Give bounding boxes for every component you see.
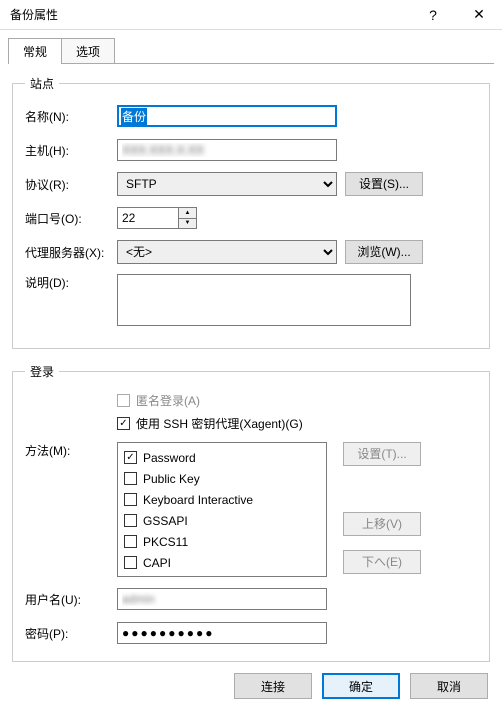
- host-label: 主机(H):: [25, 142, 117, 159]
- method-label: 方法(M):: [25, 442, 117, 459]
- desc-label: 说明(D):: [25, 274, 117, 291]
- login-legend: 登录: [25, 363, 59, 380]
- anonymous-checkbox-row: 匿名登录(A): [25, 392, 477, 409]
- method-password-checkbox[interactable]: [124, 451, 137, 464]
- method-listbox[interactable]: Password Public Key Keyboard Interactive…: [117, 442, 327, 577]
- tab-strip: 常规 选项: [8, 38, 502, 64]
- window-title: 备份属性: [10, 6, 410, 23]
- password-input[interactable]: [117, 622, 327, 644]
- method-settings-button: 设置(T)...: [343, 442, 421, 466]
- ok-button[interactable]: 确定: [322, 673, 400, 699]
- proxy-browse-button[interactable]: 浏览(W)...: [345, 240, 423, 264]
- login-group: 登录 匿名登录(A) 使用 SSH 密钥代理(Xagent)(G) 方法(M):…: [12, 363, 490, 662]
- dialog-footer: 连接 确定 取消: [234, 673, 488, 699]
- protocol-label: 协议(R):: [25, 176, 117, 193]
- ssh-agent-checkbox[interactable]: [117, 417, 130, 430]
- help-icon[interactable]: ?: [410, 0, 456, 30]
- tab-general[interactable]: 常规: [8, 38, 62, 64]
- username-input[interactable]: [117, 588, 327, 610]
- move-up-button: 上移(V): [343, 512, 421, 536]
- method-publickey-checkbox[interactable]: [124, 472, 137, 485]
- site-legend: 站点: [25, 75, 59, 92]
- port-down-icon[interactable]: ▼: [179, 219, 196, 229]
- method-capi-checkbox[interactable]: [124, 556, 137, 569]
- move-down-button: 下へ(E): [343, 550, 421, 574]
- method-pkcs11-checkbox[interactable]: [124, 535, 137, 548]
- username-label: 用户名(U):: [25, 591, 117, 608]
- name-label: 名称(N):: [25, 108, 117, 125]
- close-icon[interactable]: ✕: [456, 0, 502, 30]
- protocol-settings-button[interactable]: 设置(S)...: [345, 172, 423, 196]
- port-label: 端口号(O):: [25, 210, 117, 227]
- titlebar: 备份属性 ? ✕: [0, 0, 502, 30]
- method-gssapi-checkbox[interactable]: [124, 514, 137, 527]
- ssh-agent-checkbox-row[interactable]: 使用 SSH 密钥代理(Xagent)(G): [25, 415, 477, 432]
- ssh-agent-label: 使用 SSH 密钥代理(Xagent)(G): [136, 415, 303, 432]
- method-keyboard-checkbox[interactable]: [124, 493, 137, 506]
- anonymous-label: 匿名登录(A): [136, 392, 200, 409]
- proxy-select[interactable]: <无>: [117, 240, 337, 264]
- site-group: 站点 名称(N): 备份 主机(H): 协议(R): SFTP 设置(S)...: [12, 75, 490, 349]
- desc-textarea[interactable]: [117, 274, 411, 326]
- port-spinner[interactable]: ▲ ▼: [117, 207, 197, 229]
- tab-options[interactable]: 选项: [61, 38, 115, 64]
- password-label: 密码(P):: [25, 625, 117, 642]
- connect-button[interactable]: 连接: [234, 673, 312, 699]
- port-up-icon[interactable]: ▲: [179, 208, 196, 219]
- protocol-select[interactable]: SFTP: [117, 172, 337, 196]
- cancel-button[interactable]: 取消: [410, 673, 488, 699]
- name-input[interactable]: 备份: [117, 105, 337, 127]
- proxy-label: 代理服务器(X):: [25, 244, 117, 261]
- port-input[interactable]: [118, 208, 178, 228]
- host-input[interactable]: [117, 139, 337, 161]
- anonymous-checkbox: [117, 394, 130, 407]
